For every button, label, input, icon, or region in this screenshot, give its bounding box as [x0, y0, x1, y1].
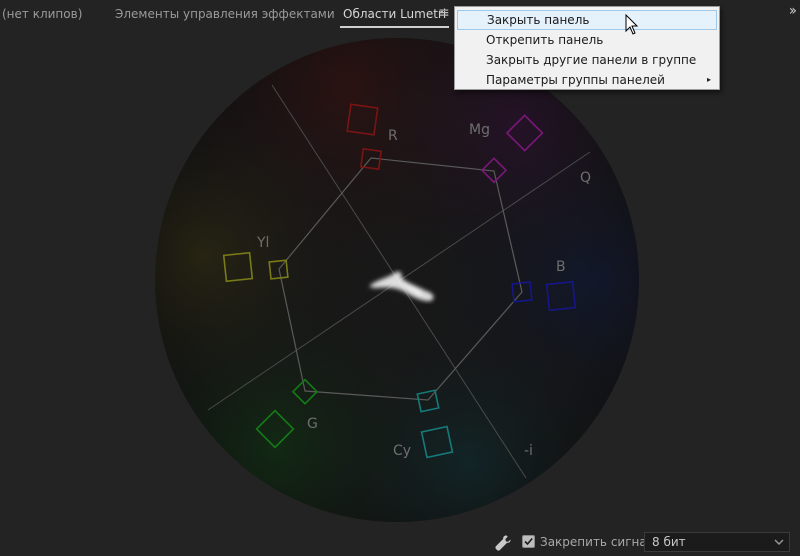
axis-label-q: Q [580, 170, 591, 186]
menu-item-label: Параметры группы панелей [486, 73, 665, 87]
mouse-pointer-icon [625, 14, 639, 35]
scope-footer-bar: Закрепить сигнал 8 бит [0, 530, 800, 556]
tab-no-clips[interactable]: (нет клипов) [2, 7, 82, 21]
target-label-b: B [556, 259, 566, 275]
target-label-yl: Yl [256, 235, 269, 251]
submenu-arrow-icon: ▸ [706, 75, 711, 84]
tab-effect-controls[interactable]: Элементы управления эффектами [115, 7, 335, 21]
chevron-down-icon [774, 539, 784, 545]
panel-context-menu: Закрыть панель Открепить панель Закрыть … [454, 6, 720, 90]
menu-item-close-panel[interactable]: Закрыть панель [457, 10, 717, 30]
lumetri-scopes-panel: R Mg B Cy G Yl Q -i (нет клипов) Элемент… [0, 0, 800, 556]
lock-signal-checkbox[interactable] [522, 535, 535, 548]
target-label-r: R [388, 128, 398, 144]
tab-lumetri-scopes[interactable]: Области Lumetri [340, 7, 450, 28]
hamburger-menu-icon[interactable]: ≡ [438, 6, 450, 20]
target-label-cy: Cy [393, 443, 411, 459]
bit-depth-value: 8 бит [652, 535, 686, 549]
menu-item-label: Закрыть панель [487, 13, 590, 27]
axis-label-i: -i [524, 443, 533, 459]
menu-item-undock-panel[interactable]: Открепить панель [457, 30, 717, 50]
menu-item-close-other-panels[interactable]: Закрыть другие панели в группе [457, 50, 717, 70]
target-label-g: G [307, 416, 318, 432]
bit-depth-select[interactable]: 8 бит [644, 532, 790, 552]
menu-item-label: Закрыть другие панели в группе [486, 53, 697, 67]
lock-signal-label: Закрепить сигнал [540, 535, 655, 549]
wrench-icon[interactable] [494, 534, 512, 552]
target-label-mg: Mg [469, 122, 490, 138]
checkmark-icon [524, 537, 533, 546]
double-chevron-right-icon[interactable]: ›› [789, 4, 797, 18]
menu-item-panel-group-settings[interactable]: Параметры группы панелей ▸ [457, 70, 717, 90]
menu-item-label: Открепить панель [486, 33, 604, 47]
